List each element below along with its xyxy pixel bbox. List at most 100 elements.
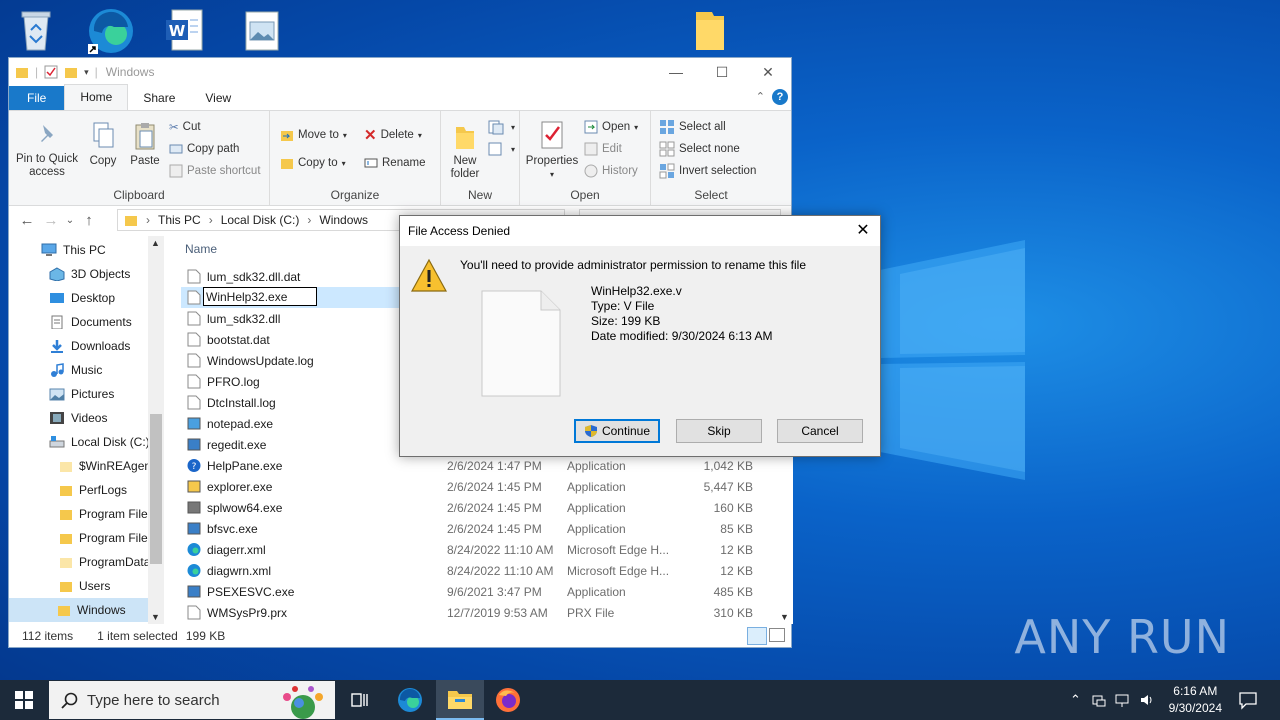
nav-item-program-files[interactable]: Program Files [59, 502, 154, 526]
file-row[interactable]: PSEXESVC.exe 9/6/2021 3:47 PM Application 4… [181, 581, 771, 602]
rename-input[interactable]: WinHelp32.exe [203, 287, 317, 306]
notification-center-icon[interactable] [1238, 690, 1258, 710]
large-icons-view-icon[interactable] [769, 628, 785, 642]
pin-to-quick-access-button[interactable]: Pin to Quick access [15, 121, 79, 179]
easy-access-button[interactable]: ▾ [487, 139, 515, 159]
breadcrumb-windows[interactable]: Windows [319, 213, 368, 227]
new-item-button[interactable]: ▾ [487, 117, 515, 137]
nav-pane-scrollbar[interactable]: ▲ ▼ [148, 236, 164, 624]
forward-arrow-icon[interactable]: → [39, 212, 63, 229]
file-row[interactable]: diagerr.xml 8/24/2022 11:10 AM Microsoft E… [181, 539, 771, 560]
nav-item-windows[interactable]: Windows [9, 598, 149, 622]
delete-button[interactable]: ✕ Delete ▾ [364, 125, 422, 145]
properties-button[interactable]: Properties ▾ [524, 119, 580, 181]
tab-home[interactable]: Home [64, 84, 129, 110]
file-row[interactable]: WMSysPr9.prx 12/7/2019 9:53 AM PRX File 310… [181, 602, 771, 623]
move-to-button[interactable]: Move to ▾ [280, 125, 347, 145]
copy-path-button[interactable]: Copy path [169, 139, 239, 159]
paste-button[interactable]: Paste [127, 121, 163, 168]
scroll-down-icon[interactable]: ▼ [151, 612, 160, 622]
volume-icon[interactable] [1139, 692, 1155, 708]
properties-check-icon[interactable] [44, 65, 58, 79]
copy-button[interactable]: Copy [85, 121, 121, 168]
nav-item-music[interactable]: Music [49, 358, 102, 382]
nav-item-documents[interactable]: Documents [49, 310, 132, 334]
file-row[interactable]: diagwrn.xml 8/24/2022 11:10 AM Microsoft E… [181, 560, 771, 581]
image-file-icon[interactable] [240, 6, 288, 54]
dialog-close-icon[interactable]: ✕ [852, 220, 874, 242]
nav-item-3d-objects[interactable]: 3D Objects [49, 262, 130, 286]
recent-locations-chevron-icon[interactable]: ⌄ [63, 215, 77, 226]
show-hidden-icons-chevron-icon[interactable]: ⌃ [1070, 692, 1081, 708]
file-row[interactable]: ? HelpPane.exe 2/6/2024 1:47 PM Application… [181, 455, 771, 476]
file-row[interactable]: splwow64.exe 2/6/2024 1:45 PM Application 1… [181, 497, 771, 518]
back-arrow-icon[interactable]: ← [15, 212, 39, 229]
organize-group-label: Organize [330, 188, 380, 202]
nav-item-videos[interactable]: Videos [49, 406, 107, 430]
cancel-button[interactable]: Cancel [777, 419, 863, 443]
open-button[interactable]: Open ▾ [584, 117, 638, 137]
folder-icon[interactable] [690, 8, 738, 56]
new-folder-button[interactable]: New folder [445, 121, 485, 181]
invert-selection-button[interactable]: Invert selection [659, 161, 756, 181]
details-view-icon[interactable] [747, 627, 767, 645]
nav-item-pictures[interactable]: Pictures [49, 382, 114, 406]
close-icon[interactable]: ✕ [745, 58, 791, 86]
breadcrumb-this-pc[interactable]: This PC [158, 213, 201, 227]
column-header-name[interactable]: Name [185, 242, 217, 256]
file-row[interactable]: explorer.exe 2/6/2024 1:45 PM Application 5… [181, 476, 771, 497]
continue-button[interactable]: Continue [574, 419, 660, 443]
customize-qat-chevron-icon[interactable]: ▾ [84, 67, 89, 78]
start-button[interactable] [0, 680, 48, 720]
rename-button[interactable]: Rename [364, 153, 425, 173]
nav-item-desktop[interactable]: Desktop [49, 286, 115, 310]
breadcrumb-local-disk[interactable]: Local Disk (C:) [221, 213, 300, 227]
copy-to-button[interactable]: Copy to ▾ [280, 153, 346, 173]
minimize-icon[interactable]: — [653, 58, 699, 86]
anyrun-watermark: ANY RUN [1014, 610, 1230, 664]
file-type: Application [567, 500, 626, 515]
nav-item-program-files-x86[interactable]: Program Files [59, 526, 154, 550]
windows-logo-wallpaper [880, 240, 1025, 480]
file-type: Application [567, 479, 626, 494]
paste-shortcut-button[interactable]: Paste shortcut [169, 161, 261, 181]
ethernet-icon[interactable] [1115, 692, 1131, 708]
tab-share[interactable]: Share [128, 86, 190, 110]
select-none-button[interactable]: Select none [659, 139, 740, 159]
recycle-bin-icon[interactable] [14, 6, 62, 54]
taskbar-search-box[interactable]: Type here to search [49, 681, 335, 719]
new-group: New folder ▾ ▾ New [441, 111, 520, 205]
skip-button[interactable]: Skip [676, 419, 762, 443]
tab-view[interactable]: View [190, 86, 246, 110]
tab-file[interactable]: File [9, 86, 65, 110]
nav-item-downloads[interactable]: Downloads [49, 334, 130, 358]
cut-button[interactable]: ✂ Cut [169, 117, 201, 137]
collapse-ribbon-icon[interactable]: ⌃ [756, 90, 765, 103]
nav-scroll-thumb[interactable] [150, 414, 162, 564]
taskbar-clock[interactable]: 6:16 AM 9/30/2024 [1169, 683, 1222, 717]
maximize-icon[interactable]: ☐ [699, 58, 745, 86]
nav-item-programdata[interactable]: ProgramData [59, 550, 150, 574]
nav-item-winreagent[interactable]: $WinREAgent [59, 454, 154, 478]
taskbar-file-explorer-button[interactable] [436, 680, 484, 720]
up-arrow-icon[interactable]: ↑ [77, 212, 101, 229]
nav-item-perflogs[interactable]: PerfLogs [59, 478, 127, 502]
taskbar-firefox-button[interactable] [484, 680, 532, 720]
nav-item-local-disk[interactable]: Local Disk (C:) [49, 430, 150, 454]
taskbar-edge-button[interactable] [386, 680, 434, 720]
file-row[interactable]: bfsvc.exe 2/6/2024 1:45 PM Application 85 K… [181, 518, 771, 539]
history-button[interactable]: History [584, 161, 638, 181]
nav-item-users[interactable]: Users [59, 574, 110, 598]
network-status-icon[interactable] [1091, 692, 1107, 708]
new-folder-small-icon[interactable] [64, 65, 78, 79]
select-all-button[interactable]: Select all [659, 117, 726, 137]
scroll-up-icon[interactable]: ▲ [151, 238, 160, 248]
taskbar: Type here to search ⌃ 6:16 AM 9/30/2024 [0, 680, 1280, 720]
scroll-down-icon[interactable]: ▼ [780, 612, 789, 622]
help-icon[interactable]: ? [772, 89, 788, 105]
word-document-icon[interactable]: W [162, 6, 210, 54]
nav-item-this-pc[interactable]: This PC [41, 238, 106, 262]
task-view-button[interactable] [336, 680, 384, 720]
edge-icon[interactable] [86, 6, 134, 54]
edit-button[interactable]: Edit [584, 139, 622, 159]
